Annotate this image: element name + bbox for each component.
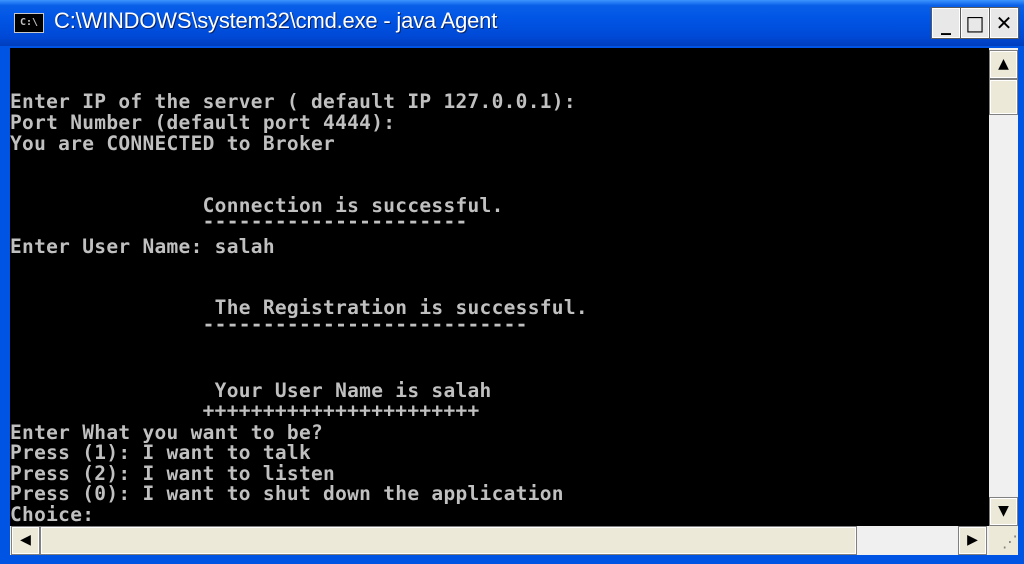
console-line: Press (2): I want to listen: [10, 462, 336, 485]
scroll-up-icon[interactable]: ▲: [989, 50, 1018, 79]
cmd-window: C:\ C:\WINDOWS\system32\cmd.exe - java A…: [0, 0, 1024, 564]
scroll-down-icon[interactable]: ▼: [989, 497, 1018, 526]
console-line: Press (0): I want to shut down the appli…: [10, 482, 564, 505]
console-line: ---------------------------: [10, 313, 528, 336]
console-line: ----------------------: [10, 210, 468, 233]
console-line: Choice:: [10, 503, 95, 526]
close-button[interactable]: ✕: [989, 7, 1019, 39]
scroll-right-icon[interactable]: ▶: [958, 526, 987, 555]
console-line: Enter IP of the server ( default IP 127.…: [10, 90, 576, 113]
minimize-button[interactable]: _: [931, 7, 961, 39]
console-line: Enter What you want to be?: [10, 421, 324, 444]
console-line: Your User Name is salah: [10, 379, 492, 402]
console-line: +++++++++++++++++++++++: [10, 399, 480, 422]
horizontal-scroll-thumb[interactable]: [40, 526, 857, 555]
horizontal-scrollbar[interactable]: ◀ ▶: [10, 526, 989, 555]
vertical-scrollbar[interactable]: ▲ ▼: [989, 48, 1018, 526]
resize-grip-icon[interactable]: ⋰: [989, 526, 1018, 555]
console-line: You are CONNECTED to Broker: [10, 132, 336, 155]
scroll-left-icon[interactable]: ◀: [11, 526, 40, 555]
console-line: Press (1): I want to talk: [10, 441, 311, 464]
console-line: Enter User Name: salah: [10, 235, 275, 258]
console-line: Port Number (default port 4444):: [10, 111, 396, 134]
window-title: C:\WINDOWS\system32\cmd.exe - java Agent: [54, 8, 498, 33]
maximize-button[interactable]: □: [960, 7, 990, 39]
console-output[interactable]: Enter IP of the server ( default IP 127.…: [10, 48, 989, 526]
cmd-icon[interactable]: C:\: [14, 13, 44, 33]
title-bar[interactable]: C:\ C:\WINDOWS\system32\cmd.exe - java A…: [0, 0, 1024, 46]
vertical-scroll-thumb[interactable]: [989, 79, 1018, 115]
